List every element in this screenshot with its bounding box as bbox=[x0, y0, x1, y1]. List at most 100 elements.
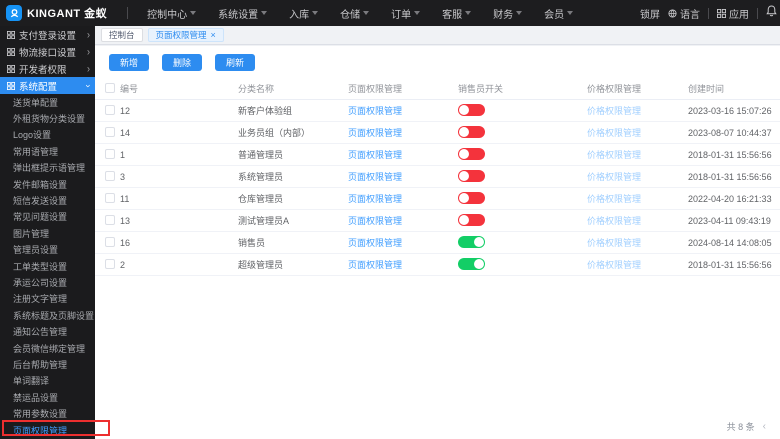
language-button[interactable]: 语言 bbox=[668, 6, 700, 21]
page-permission-link[interactable]: 页面权限管理 bbox=[348, 172, 402, 182]
menu-item[interactable]: 控制中心 bbox=[138, 6, 205, 21]
sidebar-sub-item[interactable]: 发件邮箱设置 bbox=[0, 176, 95, 192]
price-permission-link[interactable]: 价格权限管理 bbox=[587, 150, 641, 160]
sidebar-top-groups: 支付登录设置 › 物流接口设置 › 开发者权限 › 系统配置 › bbox=[0, 26, 95, 94]
bell-icon bbox=[766, 5, 777, 17]
select-all-checkbox[interactable] bbox=[105, 82, 115, 93]
sidebar-group-item[interactable]: 物流接口设置 › bbox=[0, 43, 95, 60]
sidebar-group-item[interactable]: 支付登录设置 › bbox=[0, 26, 95, 43]
sidebar-sub-item[interactable]: 送货单配置 bbox=[0, 94, 95, 110]
apps-label: 应用 bbox=[729, 9, 749, 21]
row-checkbox[interactable] bbox=[105, 236, 115, 247]
pagination: 共 8 条 ‹ bbox=[727, 420, 766, 433]
row-checkbox[interactable] bbox=[105, 104, 115, 115]
navbar-right-divider bbox=[708, 7, 709, 19]
price-permission-link[interactable]: 价格权限管理 bbox=[587, 216, 641, 226]
sidebar-sub-item[interactable]: 弹出框提示语管理 bbox=[0, 160, 95, 176]
cell-name: 业务员组（内部） bbox=[238, 128, 311, 138]
row-checkbox[interactable] bbox=[105, 126, 115, 137]
cell-id: 13 bbox=[120, 215, 131, 226]
sidebar-sub-item-label: 常用参数设置 bbox=[13, 409, 68, 420]
chevron-down-icon bbox=[516, 11, 523, 15]
brand[interactable]: KINGANT 金蚁 bbox=[0, 5, 117, 21]
sales-switch-toggle[interactable] bbox=[458, 213, 485, 226]
close-icon[interactable]: × bbox=[211, 30, 216, 40]
sidebar-sub-item[interactable]: 会员微信绑定管理 bbox=[0, 340, 95, 356]
menu-item[interactable]: 财务 bbox=[484, 6, 531, 21]
row-checkbox[interactable] bbox=[105, 192, 115, 203]
row-checkbox[interactable] bbox=[105, 170, 115, 181]
lock-screen-button[interactable]: 锁屏 bbox=[640, 6, 660, 21]
sidebar-sub-item[interactable]: 管理员设置 bbox=[0, 242, 95, 258]
sidebar-sub-item[interactable]: 禁运品设置 bbox=[0, 389, 95, 405]
sidebar-sub-item[interactable]: 单词翻译 bbox=[0, 373, 95, 389]
add-button[interactable]: 新增 bbox=[109, 54, 150, 71]
price-permission-link[interactable]: 价格权限管理 bbox=[587, 106, 641, 116]
table-body: 12 新客户体验组 页面权限管理 价格权限管理 2023-03-16 15:07… bbox=[95, 100, 780, 276]
row-checkbox[interactable] bbox=[105, 258, 115, 269]
apps-button[interactable]: 应用 bbox=[717, 6, 749, 21]
page-tab[interactable]: 控制台 × bbox=[101, 28, 143, 42]
main-menu: 控制中心 系统设置 入库 仓储 订单 客服 财务 会员 bbox=[138, 6, 582, 21]
sidebar-sub-item[interactable]: 短信发送设置 bbox=[0, 192, 95, 208]
sidebar-group-item[interactable]: 开发者权限 › bbox=[0, 60, 95, 77]
sales-switch-toggle[interactable] bbox=[458, 191, 485, 204]
sidebar-sub-item-label: Logo设置 bbox=[13, 130, 52, 141]
sidebar-group-item[interactable]: 系统配置 › bbox=[0, 77, 95, 94]
price-permission-link[interactable]: 价格权限管理 bbox=[587, 128, 641, 138]
page-permission-link[interactable]: 页面权限管理 bbox=[348, 106, 402, 116]
main-area: 控制台 × 页面权限管理 × 新增 删除 刷新 编号 分类名称 页面权限管理 销… bbox=[95, 26, 780, 439]
sidebar-group-label: 开发者权限 bbox=[19, 64, 67, 76]
page-permission-link[interactable]: 页面权限管理 bbox=[348, 260, 402, 270]
menu-item[interactable]: 客服 bbox=[433, 6, 480, 21]
cell-id: 16 bbox=[120, 237, 131, 248]
sales-switch-toggle[interactable] bbox=[458, 235, 485, 248]
row-checkbox[interactable] bbox=[105, 214, 115, 225]
page-permission-link[interactable]: 页面权限管理 bbox=[348, 128, 402, 138]
menu-item-label: 仓储 bbox=[340, 9, 361, 21]
row-checkbox[interactable] bbox=[105, 148, 115, 159]
sidebar-sub-item[interactable]: 后台帮助管理 bbox=[0, 356, 95, 372]
menu-item[interactable]: 入库 bbox=[280, 6, 327, 21]
sales-switch-toggle[interactable] bbox=[458, 125, 485, 138]
sidebar-sub-item[interactable]: 常见问题设置 bbox=[0, 209, 95, 225]
sidebar-sub-item[interactable]: 工单类型设置 bbox=[0, 258, 95, 274]
cell-id: 3 bbox=[120, 171, 126, 182]
sales-switch-toggle[interactable] bbox=[458, 257, 485, 270]
sidebar-sub-item[interactable]: 承运公司设置 bbox=[0, 274, 95, 290]
price-permission-link[interactable]: 价格权限管理 bbox=[587, 194, 641, 204]
sidebar-sub-item[interactable]: 外租货物分类设置 bbox=[0, 110, 95, 126]
page-permission-link[interactable]: 页面权限管理 bbox=[348, 150, 402, 160]
sidebar-sub-item[interactable]: Logo设置 bbox=[0, 127, 95, 143]
brand-text: KINGANT 金蚁 bbox=[27, 8, 108, 20]
price-permission-link[interactable]: 价格权限管理 bbox=[587, 238, 641, 248]
table-row: 14 业务员组（内部） 页面权限管理 价格权限管理 2023-08-07 10:… bbox=[95, 122, 780, 144]
menu-item[interactable]: 仓储 bbox=[331, 6, 378, 21]
menu-item[interactable]: 订单 bbox=[382, 6, 429, 21]
delete-button[interactable]: 删除 bbox=[162, 54, 203, 71]
page-permission-link[interactable]: 页面权限管理 bbox=[348, 216, 402, 226]
sidebar-sub-item[interactable]: 图片管理 bbox=[0, 225, 95, 241]
page-tab[interactable]: 页面权限管理 × bbox=[147, 28, 224, 42]
notification-button[interactable] bbox=[766, 4, 780, 22]
menu-item[interactable]: 系统设置 bbox=[209, 6, 276, 21]
sidebar-sub-item[interactable]: 通知公告管理 bbox=[0, 323, 95, 339]
sales-switch-toggle[interactable] bbox=[458, 169, 485, 182]
sidebar-sub-item-label: 发件邮箱设置 bbox=[13, 179, 68, 190]
page-permission-link[interactable]: 页面权限管理 bbox=[348, 238, 402, 248]
sales-switch-toggle[interactable] bbox=[458, 147, 485, 160]
sidebar-sub-item[interactable]: 常用参数设置 bbox=[0, 405, 95, 421]
page-permission-link[interactable]: 页面权限管理 bbox=[348, 194, 402, 204]
sidebar-sub-item[interactable]: 系统标题及页脚设置 bbox=[0, 307, 95, 323]
sidebar-sub-item[interactable]: 页面权限管理 bbox=[0, 422, 95, 438]
sidebar-sub-item[interactable]: 注册文字管理 bbox=[0, 291, 95, 307]
sidebar-sub-item[interactable]: 常用语管理 bbox=[0, 143, 95, 159]
price-permission-link[interactable]: 价格权限管理 bbox=[587, 260, 641, 270]
refresh-button[interactable]: 刷新 bbox=[215, 54, 256, 71]
tab-bar: 控制台 × 页面权限管理 × bbox=[95, 26, 780, 45]
menu-item[interactable]: 会员 bbox=[535, 6, 582, 21]
sales-switch-toggle[interactable] bbox=[458, 103, 485, 116]
pagination-prev-icon[interactable]: ‹ bbox=[763, 421, 766, 432]
cell-id: 1 bbox=[120, 149, 126, 160]
price-permission-link[interactable]: 价格权限管理 bbox=[587, 172, 641, 182]
